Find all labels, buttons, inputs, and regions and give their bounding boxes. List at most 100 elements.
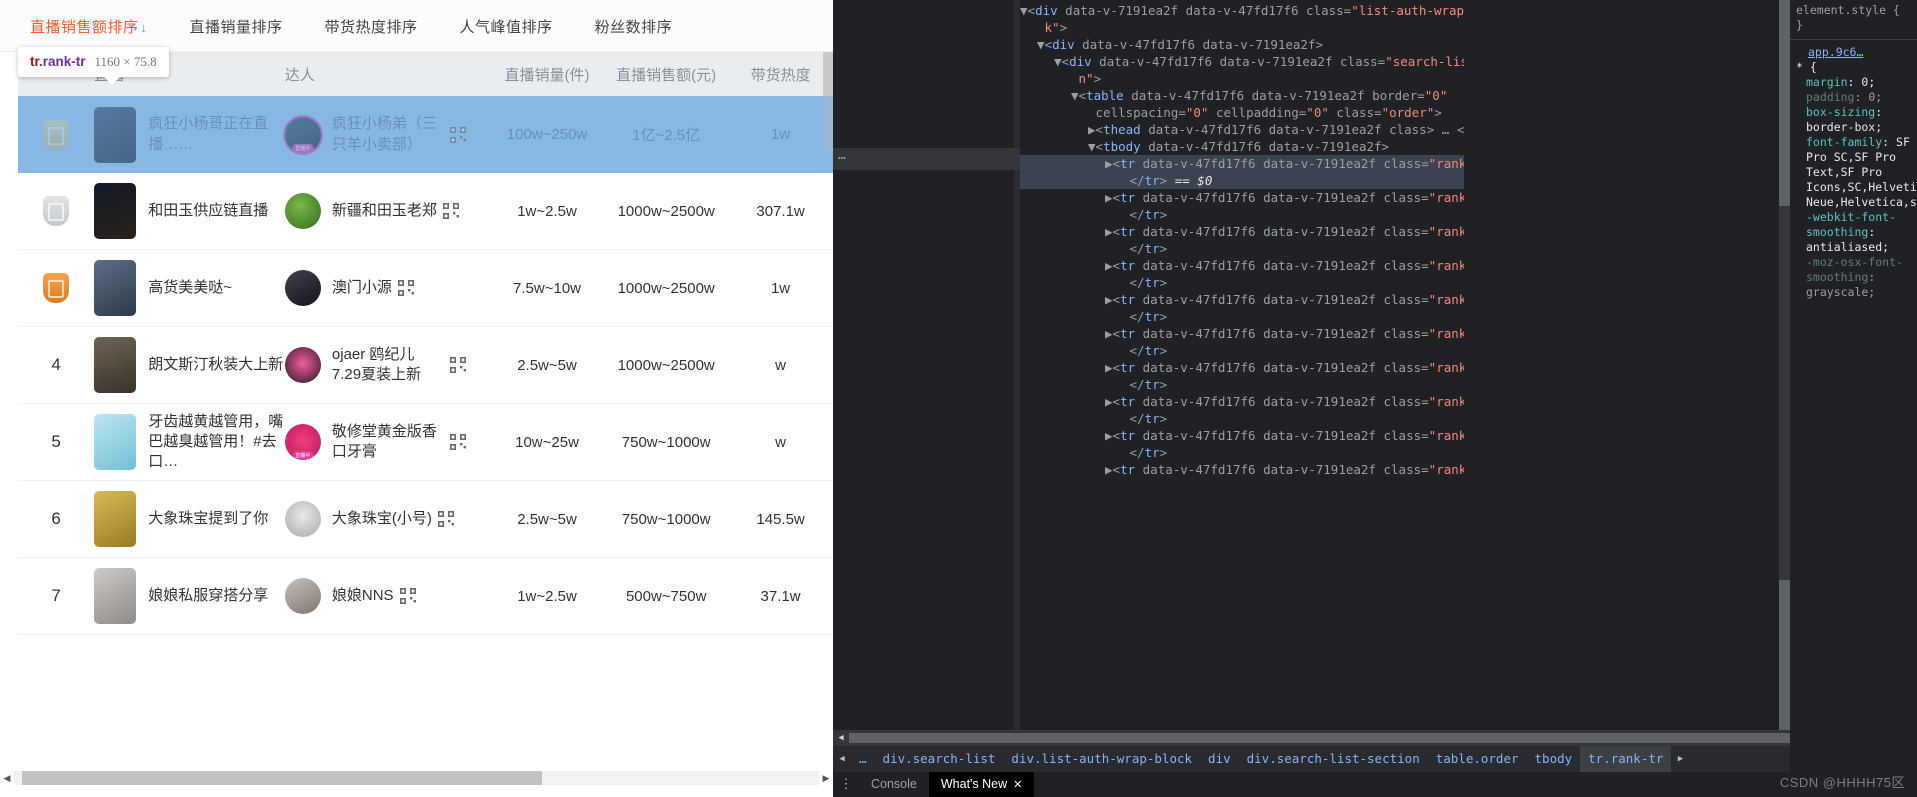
dom-node-line[interactable]: </tr> — [1020, 206, 1464, 223]
live-title[interactable]: 高货美美哒~ — [148, 278, 232, 298]
tree-twisty-icon[interactable] — [1122, 343, 1130, 358]
css-declaration-4[interactable]: -webkit-font-smoothing: antialiased; — [1796, 210, 1911, 255]
dom-node-line[interactable]: ▶<tr data-v-47fd17f6 data-v-7191ea2f cla… — [1020, 325, 1464, 342]
table-row[interactable]: 和田玉供应链直播 新疆和田玉老郑 1w~2.5w 1000w~2500w 307.1w — [18, 173, 833, 250]
table-row[interactable]: 7 娘娘私服穿搭分享 娘娘NNS 1w~2.5w 500w~750w 37.1w — [18, 558, 833, 635]
author-name[interactable]: 大象珠宝(小号) — [332, 509, 432, 529]
cell-live[interactable]: 牙齿越黄越管用，嘴巴越臭越管用！#去口… — [94, 412, 285, 473]
cell-live[interactable]: 娘娘私服穿搭分享 — [94, 568, 285, 624]
styles-scroll-thumb-top[interactable] — [1779, 0, 1790, 206]
scroll-thumb[interactable] — [22, 771, 542, 785]
tree-twisty-icon[interactable]: ▼ — [1020, 3, 1028, 18]
dom-node-line[interactable]: ▶<tr data-v-47fd17f6 data-v-7191ea2f cla… — [1020, 291, 1464, 308]
css-source-link[interactable]: app.9c6… — [1808, 45, 1863, 59]
css-value[interactable]: : 0; — [1848, 75, 1876, 89]
qrcode-icon[interactable] — [397, 280, 414, 296]
cell-author[interactable]: 大象珠宝(小号) — [284, 501, 490, 537]
dom-node-line[interactable]: ▼<div data-v-7191ea2f data-v-47fd17f6 cl… — [1020, 2, 1464, 19]
live-title[interactable]: 和田玉供应链直播 — [148, 201, 268, 221]
author-name[interactable]: 敬修堂黄金版香口牙膏 — [332, 422, 444, 463]
author-name[interactable]: 疯狂小杨弟（三只羊小卖部） — [332, 114, 444, 155]
dom-node-line[interactable]: </tr> — [1020, 308, 1464, 325]
scroll-track[interactable] — [14, 771, 819, 785]
devtools-drawer[interactable]: ⋮ Console What's New ✕ — [833, 771, 1917, 797]
tree-twisty-icon[interactable]: ▶ — [1105, 224, 1113, 239]
dom-node-line[interactable]: cellspacing="0" cellpadding="0" class="o… — [1020, 104, 1464, 121]
tree-twisty-icon[interactable]: ▶ — [1105, 462, 1113, 477]
tree-twisty-icon[interactable]: ▶ — [1105, 190, 1113, 205]
sort-tab-4[interactable]: 粉丝数排序 — [595, 16, 673, 37]
sort-tab-1[interactable]: 直播销量排序 — [190, 16, 283, 37]
breadcrumb-item-1[interactable]: div.search-list — [875, 746, 1004, 772]
live-title[interactable]: 大象珠宝提到了你 — [148, 509, 268, 529]
tree-twisty-icon[interactable]: ▼ — [1071, 88, 1079, 103]
css-declaration-2[interactable]: box-sizing: border-box; — [1796, 105, 1911, 135]
dom-node-line[interactable]: ▼<table data-v-47fd17f6 data-v-7191ea2f … — [1020, 87, 1464, 104]
tree-twisty-icon[interactable] — [1122, 445, 1130, 460]
author-name[interactable]: 娘娘NNS — [332, 586, 394, 606]
dom-node-line[interactable]: ▶<tr data-v-47fd17f6 data-v-7191ea2f cla… — [1020, 427, 1464, 444]
tree-twisty-icon[interactable]: ▼ — [1037, 37, 1045, 52]
live-thumbnail[interactable] — [94, 568, 137, 624]
sort-tab-3[interactable]: 人气峰值排序 — [460, 16, 553, 37]
dom-tree[interactable]: ▼<div data-v-7191ea2f data-v-47fd17f6 cl… — [1020, 0, 1464, 730]
dom-node-line[interactable]: </tr> — [1020, 410, 1464, 427]
breadcrumb-item-2[interactable]: div.list-auth-wrap-block — [1003, 746, 1200, 772]
css-property[interactable]: -moz-osx-font-smoothing — [1806, 255, 1903, 284]
dt-scroll-left-arrow[interactable]: ◀ — [833, 733, 849, 743]
breadcrumb-item-7[interactable]: tr.rank-tr — [1580, 746, 1672, 772]
cell-live[interactable]: 高货美美哒~ — [94, 260, 285, 316]
css-property[interactable]: font-family — [1806, 135, 1882, 149]
breadcrumb[interactable]: ◀… div.search-list div.list-auth-wrap-bloc… — [833, 746, 1917, 772]
qrcode-icon[interactable] — [399, 588, 416, 604]
tree-twisty-icon[interactable] — [1122, 275, 1130, 290]
qrcode-icon[interactable] — [449, 357, 466, 373]
dom-node-line[interactable]: </tr> — [1020, 342, 1464, 359]
devtools-horizontal-scrollbar[interactable]: ◀ ▶ — [833, 730, 1917, 746]
tree-twisty-icon[interactable]: ▶ — [1105, 326, 1113, 341]
close-icon[interactable]: ✕ — [1013, 779, 1022, 791]
avatar[interactable]: 直播中 — [284, 424, 321, 460]
breadcrumb-item-6[interactable]: tbody — [1527, 746, 1581, 772]
tree-twisty-icon[interactable]: ▶ — [1105, 156, 1113, 171]
dom-node-line[interactable]: ▶<tr data-v-47fd17f6 data-v-7191ea2f cla… — [1020, 257, 1464, 274]
cell-live[interactable]: 疯狂小杨哥正在直播…… — [94, 106, 285, 163]
css-value[interactable]: : 0; — [1854, 90, 1882, 104]
page-horizontal-scrollbar[interactable]: ◀ ▶ — [0, 769, 833, 787]
table-row[interactable]: 疯狂小杨哥正在直播…… 直播中 疯狂小杨弟（三只羊小卖部） 100w~250w 1亿~2… — [18, 96, 833, 173]
tree-twisty-icon[interactable] — [1037, 20, 1045, 35]
dom-node-line[interactable]: ▼<tbody data-v-47fd17f6 data-v-7191ea2f> — [1020, 138, 1464, 155]
css-rule-block[interactable]: app.9c6… * { margin: 0; padding: 0; box-si… — [1790, 40, 1917, 305]
css-declaration-1[interactable]: padding: 0; — [1796, 90, 1911, 105]
cell-live[interactable]: 和田玉供应链直播 — [94, 183, 285, 239]
tree-twisty-icon[interactable] — [1071, 71, 1079, 86]
cell-author[interactable]: ojaer 鸥纪儿 7.29夏装上新 — [284, 345, 490, 386]
live-thumbnail[interactable] — [94, 183, 137, 239]
css-declaration-0[interactable]: margin: 0; — [1796, 75, 1911, 90]
tree-twisty-icon[interactable] — [1122, 377, 1130, 392]
scroll-left-arrow[interactable]: ◀ — [0, 773, 14, 784]
qrcode-icon[interactable] — [437, 511, 454, 527]
breadcrumb-item-4[interactable]: div.search-list-section — [1239, 746, 1428, 772]
tree-twisty-icon[interactable]: ▼ — [1054, 54, 1062, 69]
avatar[interactable] — [284, 347, 321, 383]
dom-node-line[interactable]: </tr> — [1020, 376, 1464, 393]
live-thumbnail[interactable] — [94, 414, 137, 470]
css-property[interactable]: -webkit-font-smoothing — [1806, 210, 1896, 239]
dom-node-line[interactable]: ▶<tr data-v-47fd17f6 data-v-7191ea2f cla… — [1020, 359, 1464, 376]
breadcrumb-item-3[interactable]: div — [1200, 746, 1239, 772]
avatar[interactable]: 直播中 — [284, 116, 321, 153]
live-thumbnail[interactable] — [94, 106, 137, 163]
cell-live[interactable]: 大象珠宝提到了你 — [94, 491, 285, 547]
dom-node-line[interactable]: ▶<thead data-v-47fd17f6 data-v-7191ea2f … — [1020, 121, 1464, 138]
dom-node-line[interactable]: ▶<tr data-v-47fd17f6 data-v-7191ea2f cla… — [1020, 393, 1464, 410]
breadcrumb-item-0[interactable]: … — [851, 746, 875, 772]
tree-twisty-icon[interactable] — [1122, 309, 1130, 324]
css-property[interactable]: margin — [1806, 75, 1848, 89]
cell-author[interactable]: 新疆和田玉老郑 — [284, 193, 490, 229]
live-title[interactable]: 朗文斯汀秋装大上新 — [148, 355, 283, 375]
css-declarations[interactable]: margin: 0; padding: 0; box-sizing: border-… — [1796, 75, 1917, 300]
cell-author[interactable]: 娘娘NNS — [284, 578, 490, 614]
sort-tab-2[interactable]: 带货热度排序 — [325, 16, 418, 37]
tree-twisty-icon[interactable] — [1122, 411, 1130, 426]
